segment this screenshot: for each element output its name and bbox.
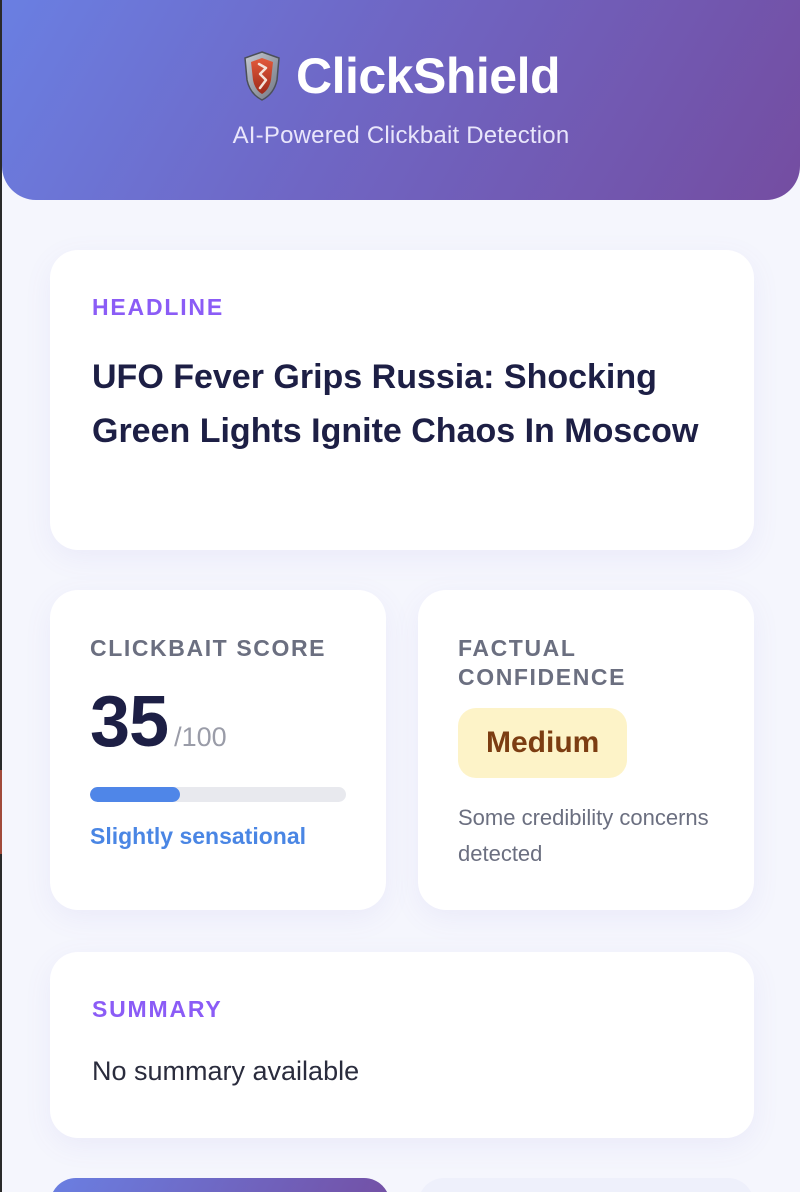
score-row: 35 /100 [90, 682, 227, 762]
score-value: 35 [90, 682, 169, 762]
app-header: ClickShield AI-Powered Clickbait Detecti… [2, 0, 800, 200]
brand: ClickShield [2, 48, 800, 104]
summary-label: SUMMARY [92, 996, 223, 1022]
clickbait-score-card: CLICKBAIT SCORE 35 /100 Slightly sensati… [50, 590, 386, 910]
summary-text: No summary available [92, 1056, 360, 1086]
score-max: /100 [174, 722, 227, 752]
score-progress-fill [90, 787, 180, 802]
popup-page: ClickShield AI-Powered Clickbait Detecti… [0, 0, 800, 1192]
secondary-card[interactable] [418, 1178, 754, 1192]
action-button[interactable] [50, 1178, 390, 1192]
score-progress-bar [90, 787, 346, 802]
app-tagline: AI-Powered Clickbait Detection [232, 122, 570, 149]
summary-card: SUMMARY No summary available [50, 952, 754, 1138]
factual-confidence-label: FACTUAL CONFIDENCE [458, 635, 627, 690]
headline-label: HEADLINE [92, 294, 224, 320]
shield-icon [244, 51, 280, 101]
headline-card: HEADLINE UFO Fever Grips Russia: Shockin… [50, 250, 754, 550]
confidence-description: Some credibility concerns detected [458, 805, 709, 866]
headline-text: UFO Fever Grips Russia: Shocking Green L… [92, 358, 699, 450]
window-edge [0, 0, 2, 1192]
confidence-badge: Medium [458, 708, 628, 778]
factual-confidence-card: FACTUAL CONFIDENCE Medium Some credibili… [418, 590, 754, 910]
app-title: ClickShield [295, 48, 561, 104]
score-description: Slightly sensational [90, 823, 306, 849]
clickbait-score-label: CLICKBAIT SCORE [90, 635, 327, 661]
